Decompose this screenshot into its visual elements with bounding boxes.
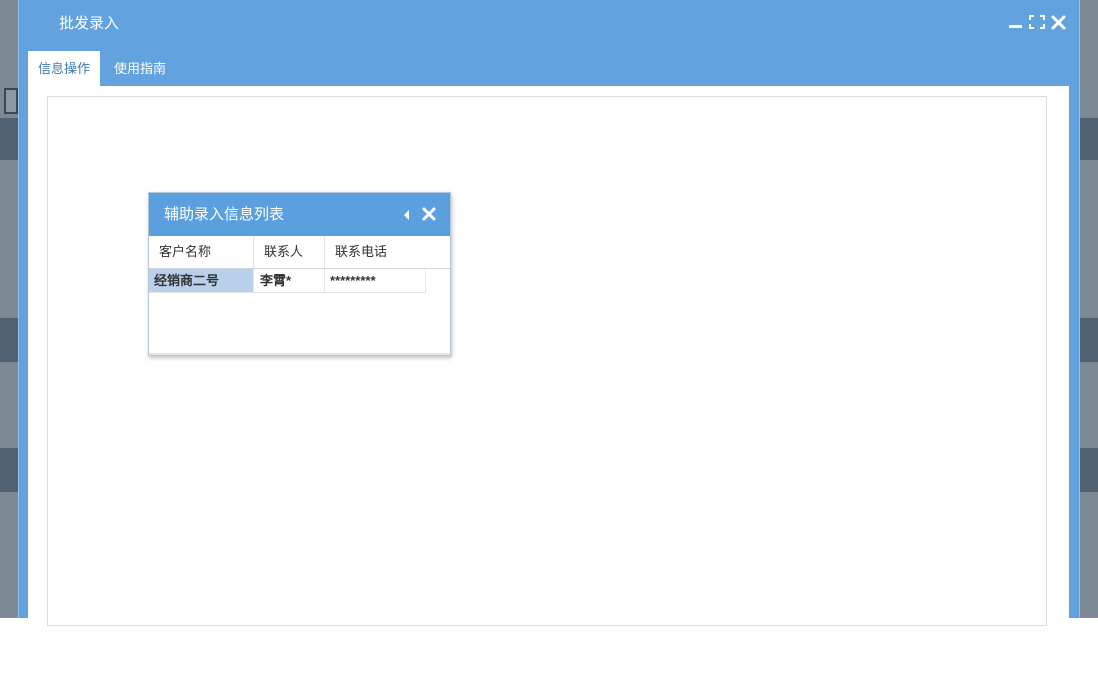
column-header-contact[interactable]: 联系人 bbox=[254, 236, 325, 268]
close-icon[interactable] bbox=[1051, 13, 1067, 31]
cell-phone[interactable]: ********* bbox=[325, 269, 426, 293]
column-header-phone[interactable]: 联系电话 bbox=[325, 236, 450, 268]
tab-user-guide[interactable]: 使用指南 bbox=[114, 51, 174, 86]
window-title: 批发录入 bbox=[59, 15, 120, 32]
content-frame bbox=[47, 96, 1047, 626]
caret-left-icon[interactable] bbox=[402, 207, 412, 221]
cell-customer-name[interactable]: 经销商二号 bbox=[149, 269, 254, 293]
tab-info-operation[interactable]: 信息操作 bbox=[28, 51, 100, 86]
grid-header: 客户名称 联系人 联系电话 bbox=[149, 236, 450, 269]
table-row[interactable]: 经销商二号 李霄* ********* bbox=[149, 269, 427, 293]
panel-title: 辅助录入信息列表 bbox=[164, 206, 285, 223]
assist-entry-panel: 辅助录入信息列表 客户名称 联系人 联系电话 经销商二号 李霄* *******… bbox=[148, 192, 451, 356]
background-box bbox=[4, 88, 18, 114]
panel-header[interactable]: 辅助录入信息列表 bbox=[149, 193, 450, 236]
cell-contact[interactable]: 李霄* bbox=[254, 269, 325, 293]
panel-footer-divider bbox=[149, 353, 450, 355]
maximize-icon[interactable] bbox=[1029, 13, 1045, 31]
close-icon[interactable] bbox=[421, 206, 437, 222]
column-header-customer-name[interactable]: 客户名称 bbox=[149, 236, 254, 268]
minimize-icon[interactable] bbox=[1008, 13, 1024, 31]
